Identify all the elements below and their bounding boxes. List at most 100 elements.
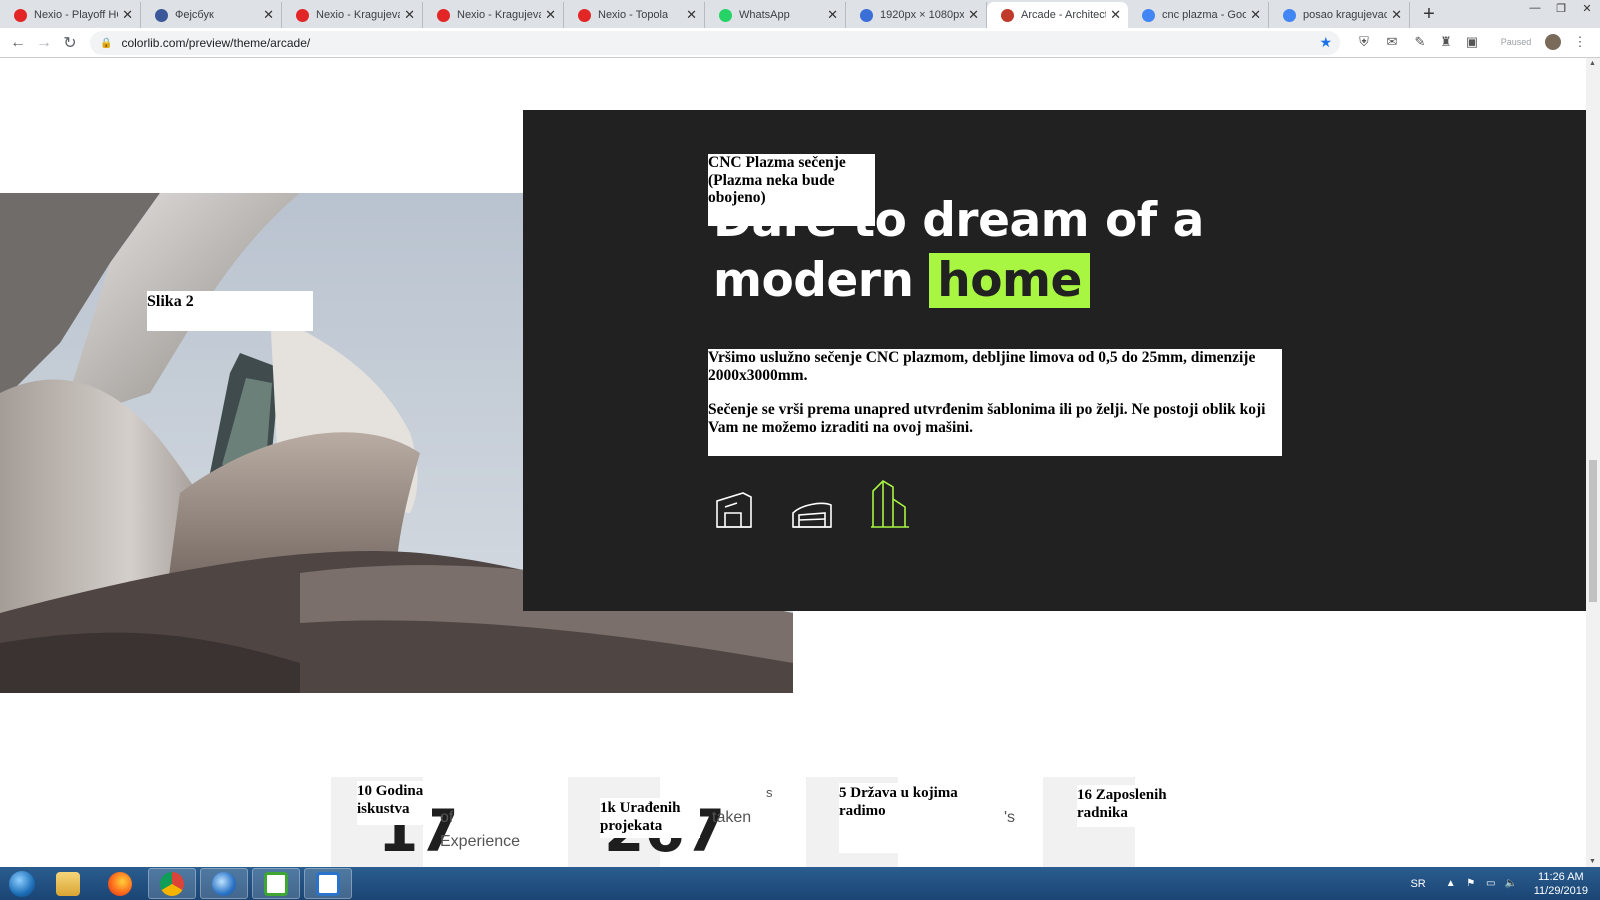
action-center-flag-icon[interactable]: ⚑ <box>1464 878 1478 889</box>
tab-close-icon[interactable]: ✕ <box>827 7 838 23</box>
extension-icon[interactable]: ⛨ <box>1356 34 1372 50</box>
browser-tab[interactable]: WhatsApp ✕ <box>705 2 846 28</box>
browser-tab[interactable]: Nexio - Topola ✕ <box>564 2 705 28</box>
scrollbar-thumb[interactable] <box>1589 460 1597 602</box>
language-indicator[interactable]: SR <box>1410 878 1425 890</box>
avatar[interactable] <box>1545 34 1561 50</box>
document-icon <box>316 871 340 896</box>
browser-tab-strip: Nexio - Playoff HQ ✕ Фејсбук ✕ Nexio - Kragu… <box>0 0 1600 28</box>
tab-favicon-icon <box>437 9 450 22</box>
minimize-icon[interactable]: — <box>1522 0 1548 16</box>
stat-note: 5 Država u kojima radimo <box>839 783 967 853</box>
new-tab-button[interactable]: + <box>1416 1 1442 27</box>
headline-line-2: modern home <box>713 251 1204 311</box>
browser-tab[interactable]: posao kragujevac - G ✕ <box>1269 2 1410 28</box>
tab-close-icon[interactable]: ✕ <box>1391 7 1402 23</box>
stat-caption-fragment: s <box>766 785 773 800</box>
browser-tab[interactable]: Nexio - Kragujevac 2 ✕ <box>423 2 564 28</box>
tab-close-icon[interactable]: ✕ <box>1250 7 1261 23</box>
extension-icon[interactable]: ♜ <box>1438 34 1454 50</box>
tab-favicon-icon <box>1142 9 1155 22</box>
tab-close-icon[interactable]: ✕ <box>122 7 133 23</box>
tab-close-icon[interactable]: ✕ <box>263 7 274 23</box>
tab-favicon-icon <box>578 9 591 22</box>
chrome-icon <box>160 871 184 896</box>
headline-word: modern <box>713 253 914 308</box>
tab-close-icon[interactable]: ✕ <box>1110 7 1121 23</box>
extension-icon[interactable]: ✉ <box>1384 34 1400 50</box>
house-outline-icon[interactable] <box>713 487 755 529</box>
browser-tab[interactable]: cnc plazma - Googl ✕ <box>1128 2 1269 28</box>
tab-label: cnc plazma - Googl <box>1162 9 1246 21</box>
tab-label: Arcade - Architectur <box>1021 9 1106 21</box>
windows-taskbar: SR ▲ ⚑ ▭ 🔈 11:26 AM 11/29/2019 <box>0 867 1600 900</box>
tab-label: Nexio - Kragujevac 2 <box>457 9 541 21</box>
network-icon[interactable]: ▭ <box>1484 878 1498 889</box>
tab-favicon-icon <box>296 9 309 22</box>
tab-favicon-icon <box>14 9 27 22</box>
tab-label: Nexio - Playoff HQ <box>34 9 118 21</box>
feature-icons <box>713 479 911 529</box>
tab-favicon-icon <box>719 9 732 22</box>
webpage: Dare to dream of a modern home CNC Plazm… <box>0 59 1586 867</box>
tab-favicon-icon <box>155 9 168 22</box>
scroll-up-icon[interactable]: ▲ <box>1589 60 1596 67</box>
close-window-icon[interactable]: ✕ <box>1574 0 1600 16</box>
volume-icon[interactable]: 🔈 <box>1504 878 1518 889</box>
tab-close-icon[interactable]: ✕ <box>545 7 556 23</box>
extension-icon[interactable]: ✎ <box>1412 34 1428 50</box>
menu-icon[interactable]: ⋮ <box>1572 34 1588 50</box>
tab-favicon-icon <box>860 9 873 22</box>
browser-tab[interactable]: Фејсбук ✕ <box>141 2 282 28</box>
tab-close-icon[interactable]: ✕ <box>404 7 415 23</box>
description-paragraph-1: Vršimo uslužno sečenje CNC plazmom, debl… <box>708 349 1256 384</box>
back-button[interactable]: ← <box>5 30 31 56</box>
stat-caption: Experience <box>440 833 521 850</box>
headline-highlight: home <box>929 253 1090 308</box>
restore-icon[interactable]: ❐ <box>1548 0 1574 16</box>
taskbar-chrome[interactable] <box>148 868 196 899</box>
bookmark-star-icon[interactable]: ★ <box>1319 34 1332 51</box>
lock-icon: 🔒 <box>100 37 113 49</box>
browser-tab[interactable]: Nexio - Playoff HQ ✕ <box>0 2 141 28</box>
tray-expand-icon[interactable]: ▲ <box>1444 878 1458 889</box>
browser-tab[interactable]: Nexio - Kragujevac 1 ✕ <box>282 2 423 28</box>
address-bar[interactable]: 🔒 colorlib.com/preview/theme/arcade/ ★ <box>90 31 1340 55</box>
stat-note: 10 Godina iskustva <box>357 781 432 825</box>
system-tray: SR ▲ ⚑ ▭ 🔈 11:26 AM 11/29/2019 <box>1410 867 1600 900</box>
clock[interactable]: 11:26 AM 11/29/2019 <box>1534 870 1588 898</box>
garage-outline-icon[interactable] <box>791 487 833 529</box>
tab-favicon-icon <box>1283 9 1296 22</box>
taskbar-explorer[interactable] <box>44 868 92 899</box>
taskbar-writer[interactable] <box>304 868 352 899</box>
tab-favicon-icon <box>1001 9 1014 22</box>
stat-caption: taken <box>712 809 752 826</box>
stat-note: 16 Zaposlenih radnika <box>1077 785 1175 827</box>
reload-button[interactable]: ↻ <box>57 30 83 56</box>
taskbar-thunderbird[interactable] <box>200 868 248 899</box>
tab-close-icon[interactable]: ✕ <box>968 7 979 23</box>
description-paragraph-2: Sečenje se vrši prema unapred utvrđenim … <box>708 401 1266 436</box>
page-scrollbar[interactable]: ▲ ▼ <box>1586 58 1600 867</box>
taskbar-firefox[interactable] <box>96 868 144 899</box>
overlay-note-description: Vršimo uslužno sečenje CNC plazmom, debl… <box>708 349 1282 456</box>
windows-logo-icon <box>9 870 35 897</box>
extension-icon[interactable]: ▣ <box>1464 34 1480 50</box>
taskbar-calc[interactable] <box>252 868 300 899</box>
tab-label: WhatsApp <box>739 9 790 21</box>
tower-outline-icon[interactable] <box>869 479 911 529</box>
stat-caption: of <box>440 809 454 826</box>
tab-close-icon[interactable]: ✕ <box>686 7 697 23</box>
scroll-down-icon[interactable]: ▼ <box>1589 858 1596 865</box>
browser-tab[interactable]: 1920px × 1080px - J ✕ <box>846 2 987 28</box>
browser-tab[interactable]: Arcade - Architectur ✕ <box>987 2 1128 28</box>
tab-label: Фејсбук <box>175 9 214 21</box>
clock-time: 11:26 AM <box>1538 870 1584 883</box>
spreadsheet-icon <box>264 871 288 896</box>
tab-label: posao kragujevac - G <box>1303 9 1387 21</box>
firefox-icon <box>108 871 132 896</box>
start-button[interactable] <box>0 867 44 900</box>
tab-label: 1920px × 1080px - J <box>880 9 964 21</box>
forward-button[interactable]: → <box>31 30 57 56</box>
overlay-note-title: CNC Plazma sečenje (Plazma neka bude obo… <box>708 154 875 226</box>
